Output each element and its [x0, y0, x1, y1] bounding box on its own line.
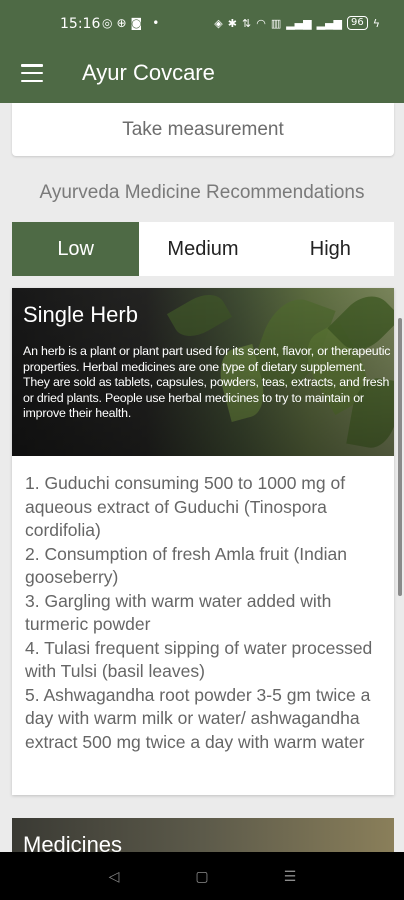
tab-medium[interactable]: Medium: [139, 222, 266, 276]
list-item: 3. Gargling with warm water added with t…: [25, 590, 332, 635]
data-icon: ⇅: [241, 16, 252, 30]
herb-banner-image: Single Herb An herb is a plant or plant …: [12, 288, 394, 456]
status-bar: 15:16 ◎ ⊕ ◙ • ◈ ✱ ⇅ ◠ ▥ ▂▄▆ ▂▄▆ 96 ϟ: [0, 0, 404, 48]
dot-icon: •: [152, 16, 160, 30]
single-herb-card: Single Herb An herb is a plant or plant …: [12, 288, 394, 795]
take-measurement-button[interactable]: Take measurement: [12, 103, 394, 156]
home-icon[interactable]: ▢: [182, 856, 222, 896]
herb-card-description: An herb is a plant or plant part used fo…: [23, 344, 391, 421]
herb-recommendation-list: 1. Guduchi consuming 500 to 1000 mg of a…: [25, 472, 385, 754]
instagram-icon: ◙: [130, 16, 143, 30]
tab-high[interactable]: High: [267, 222, 394, 276]
severity-tabs: Low Medium High: [12, 222, 394, 276]
section-heading: Ayurveda Medicine Recommendations: [39, 182, 365, 203]
signal2-icon: ▂▄▆: [316, 16, 342, 30]
sensor-icon: ◈: [214, 16, 223, 30]
whatsapp-icon: ◎: [102, 16, 113, 30]
system-icons: ◈ ✱ ⇅ ◠ ▥ ▂▄▆ ▂▄▆ 96 ϟ: [214, 16, 380, 30]
charging-icon: ϟ: [372, 16, 380, 30]
app-title: Ayur Covcare: [82, 60, 215, 85]
list-item: 1. Guduchi consuming 500 to 1000 mg of a…: [25, 473, 346, 540]
list-item: 4. Tulasi frequent sipping of water proc…: [25, 637, 373, 682]
signal-icon: ▂▄▆: [286, 16, 312, 30]
volte-icon: ▥: [270, 16, 282, 30]
app-bar: 15:16 ◎ ⊕ ◙ • ◈ ✱ ⇅ ◠ ▥ ▂▄▆ ▂▄▆ 96 ϟ Ayu…: [0, 0, 404, 103]
scrollbar[interactable]: [398, 318, 402, 596]
herb-card-title: Single Herb: [23, 302, 138, 327]
hash-icon: ⊕: [116, 16, 127, 30]
recents-icon[interactable]: ☰: [270, 856, 310, 896]
wifi-icon: ◠: [256, 16, 266, 30]
battery-icon: 96: [347, 16, 368, 30]
list-item: 5. Ashwagandha root powder 3-5 gm twice …: [25, 684, 371, 752]
notification-icons: ◎ ⊕ ◙ •: [102, 16, 159, 30]
status-time: 15:16: [60, 16, 101, 32]
tab-low[interactable]: Low: [12, 222, 140, 276]
navigation-bar: ◁ ▢ ☰: [0, 852, 404, 900]
back-icon[interactable]: ◁: [94, 856, 134, 896]
bluetooth-icon: ✱: [227, 16, 237, 30]
menu-icon[interactable]: [20, 62, 44, 84]
list-item: 2. Consumption of fresh Amla fruit (Indi…: [25, 543, 347, 588]
